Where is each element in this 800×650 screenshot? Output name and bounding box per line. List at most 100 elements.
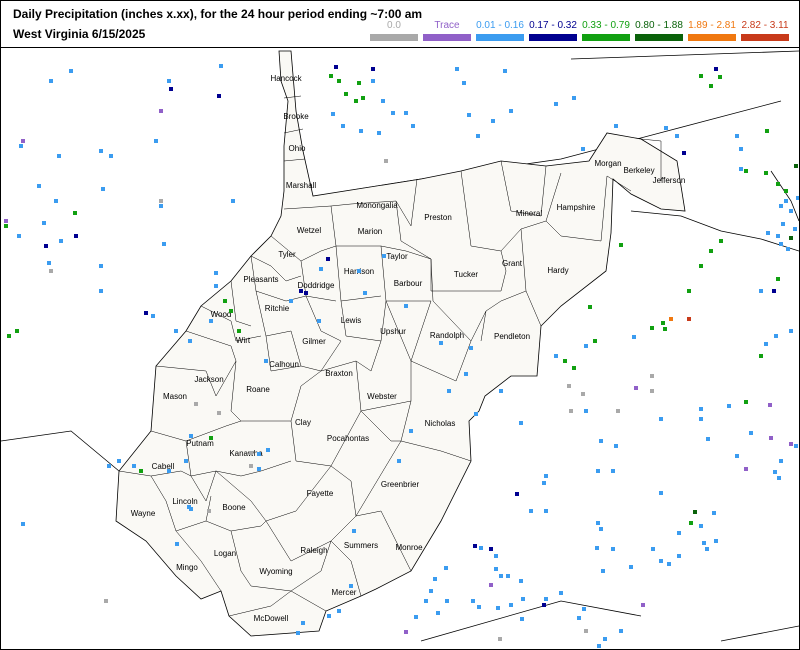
county-label-putnam: Putnam	[186, 439, 214, 448]
station-marker	[572, 96, 576, 100]
station-marker	[337, 79, 341, 83]
station-marker	[779, 242, 783, 246]
station-marker	[489, 583, 493, 587]
station-marker	[727, 404, 731, 408]
station-marker	[714, 539, 718, 543]
station-marker	[496, 606, 500, 610]
county-label-clay: Clay	[295, 418, 311, 427]
station-marker	[109, 154, 113, 158]
station-marker	[603, 637, 607, 641]
station-marker	[384, 159, 388, 163]
station-marker	[764, 342, 768, 346]
map-title: Daily Precipitation (inches x.xx), for t…	[13, 7, 423, 21]
station-marker	[469, 346, 473, 350]
station-marker	[774, 334, 778, 338]
station-marker	[677, 531, 681, 535]
station-marker	[436, 611, 440, 615]
station-marker	[491, 119, 495, 123]
station-marker	[554, 102, 558, 106]
legend-swatch	[370, 34, 418, 41]
station-marker	[352, 529, 356, 533]
station-marker	[584, 409, 588, 413]
station-marker	[699, 74, 703, 78]
station-marker	[21, 522, 25, 526]
station-marker	[582, 607, 586, 611]
station-marker	[776, 234, 780, 238]
county-label-pendleton: Pendleton	[494, 332, 530, 341]
county-label-randolph: Randolph	[430, 331, 464, 340]
station-marker	[209, 436, 213, 440]
station-marker	[597, 644, 601, 648]
station-marker	[659, 559, 663, 563]
station-marker	[447, 389, 451, 393]
station-marker	[189, 434, 193, 438]
station-marker	[634, 386, 638, 390]
station-marker	[229, 309, 233, 313]
station-marker	[382, 254, 386, 258]
station-marker	[304, 291, 308, 295]
station-marker	[429, 589, 433, 593]
station-marker	[509, 603, 513, 607]
station-marker	[650, 374, 654, 378]
station-marker	[794, 444, 798, 448]
station-marker	[596, 521, 600, 525]
station-marker	[611, 547, 615, 551]
station-marker	[494, 554, 498, 558]
station-marker	[567, 384, 571, 388]
station-marker	[664, 126, 668, 130]
station-marker	[601, 569, 605, 573]
station-marker	[789, 329, 793, 333]
county-label-morgan: Morgan	[594, 159, 621, 168]
station-marker	[319, 267, 323, 271]
station-marker	[169, 87, 173, 91]
station-marker	[559, 591, 563, 595]
station-marker	[349, 584, 353, 588]
county-label-summers: Summers	[344, 541, 378, 550]
station-marker	[712, 511, 716, 515]
station-marker	[779, 204, 783, 208]
station-marker	[59, 239, 63, 243]
station-marker	[682, 151, 686, 155]
station-marker	[49, 269, 53, 273]
station-marker	[57, 154, 61, 158]
station-marker	[709, 84, 713, 88]
county-label-brooke: Brooke	[283, 112, 309, 121]
station-marker	[477, 605, 481, 609]
legend-label: 0.17 - 0.32	[529, 20, 577, 31]
county-label-braxton: Braxton	[325, 369, 353, 378]
county-label-lewis: Lewis	[341, 316, 361, 325]
station-marker	[444, 566, 448, 570]
station-marker	[464, 372, 468, 376]
map-frame: Daily Precipitation (inches x.xx), for t…	[0, 0, 800, 650]
station-marker	[99, 149, 103, 153]
legend-item: Trace	[423, 3, 471, 43]
station-marker	[301, 621, 305, 625]
station-marker	[154, 139, 158, 143]
county-label-mason: Mason	[163, 392, 187, 401]
station-marker	[326, 257, 330, 261]
station-marker	[74, 234, 78, 238]
county-label-marshall: Marshall	[286, 181, 316, 190]
station-marker	[629, 565, 633, 569]
county-label-barbour: Barbour	[394, 279, 423, 288]
station-marker	[231, 199, 235, 203]
station-marker	[289, 299, 293, 303]
station-marker	[796, 196, 799, 200]
station-marker	[744, 467, 748, 471]
legend-label: Trace	[434, 20, 460, 31]
station-marker	[506, 574, 510, 578]
county-label-berkeley: Berkeley	[623, 166, 654, 175]
station-marker	[554, 354, 558, 358]
station-marker	[503, 69, 507, 73]
station-marker	[542, 603, 546, 607]
station-marker	[357, 81, 361, 85]
county-label-gilmer: Gilmer	[302, 337, 326, 346]
legend-swatch	[529, 34, 577, 41]
station-marker	[69, 69, 73, 73]
station-marker	[445, 599, 449, 603]
station-marker	[19, 144, 23, 148]
county-label-preston: Preston	[424, 213, 452, 222]
station-marker	[519, 421, 523, 425]
station-marker	[404, 630, 408, 634]
station-marker	[381, 99, 385, 103]
